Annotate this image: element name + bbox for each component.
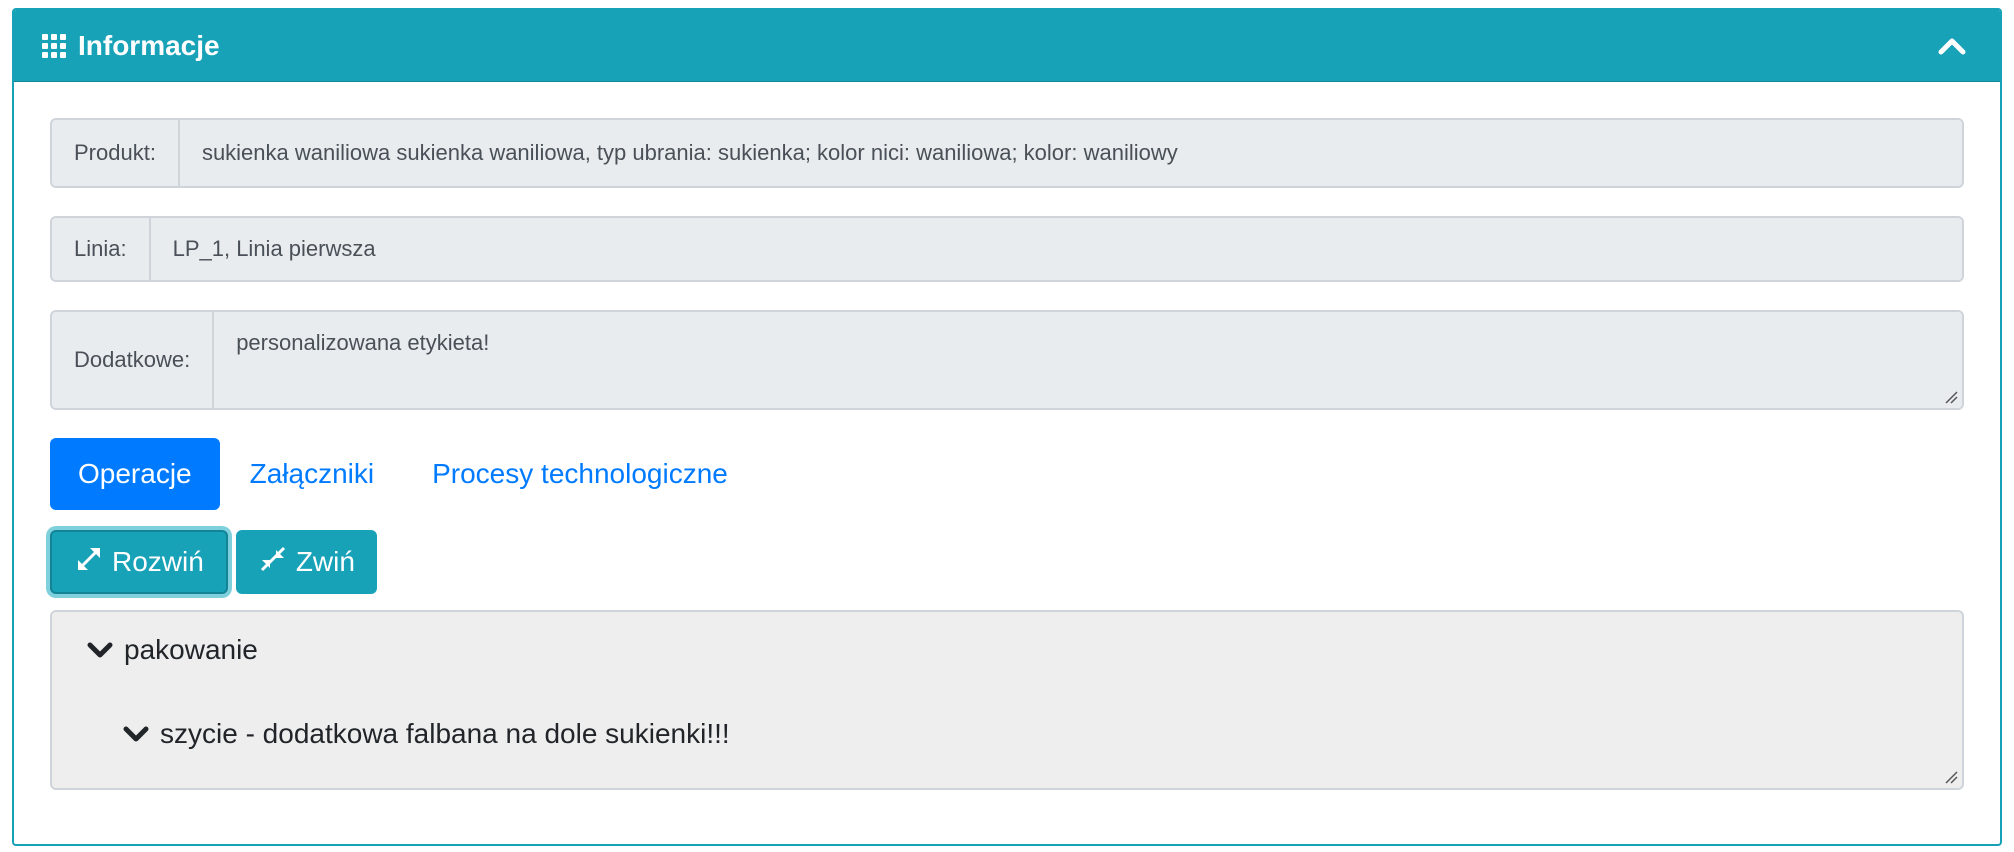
produkt-field: Produkt: sukienka waniliowa sukienka wan… — [50, 118, 1964, 188]
linia-field: Linia: LP_1, Linia pierwsza — [50, 216, 1964, 282]
card-title: Informacje — [42, 30, 1932, 62]
card-body: Produkt: sukienka waniliowa sukienka wan… — [14, 82, 2000, 790]
produkt-value: sukienka waniliowa sukienka waniliowa, t… — [179, 120, 1962, 186]
tree-item[interactable]: szycie - dodatkowa falbana na dole sukie… — [122, 718, 730, 750]
tree-item[interactable]: pakowanie — [86, 634, 258, 666]
tab-procesy-technologiczne[interactable]: Procesy technologiczne — [404, 438, 756, 510]
resize-grip-icon[interactable] — [1944, 770, 1958, 784]
card-title-text: Informacje — [78, 29, 220, 61]
resize-grip-icon[interactable] — [1944, 390, 1958, 404]
chevron-down-icon[interactable] — [86, 636, 114, 664]
tab-zalaczniki[interactable]: Załączniki — [222, 438, 402, 510]
tree-controls: Rozwiń Zwiń — [50, 530, 1964, 594]
card-header: Informacje — [14, 10, 2000, 82]
dodatkowe-field: Dodatkowe: personalizowana etykieta! — [50, 310, 1964, 410]
tab-operacje[interactable]: Operacje — [50, 438, 220, 510]
chevron-down-icon[interactable] — [122, 720, 150, 748]
dodatkowe-label: Dodatkowe: — [52, 312, 215, 408]
operations-tree: pakowanie szycie - dodatkowa falbana na … — [50, 610, 1964, 790]
tree-item-label: pakowanie — [124, 634, 258, 665]
produkt-label: Produkt: — [52, 120, 180, 186]
informacje-card: Informacje Produkt: sukienka waniliowa s… — [12, 8, 2002, 846]
collapse-button-label: Zwiń — [295, 546, 355, 577]
tree-item-label: szycie - dodatkowa falbana na dole sukie… — [160, 718, 730, 749]
linia-label: Linia: — [52, 218, 151, 280]
grid-icon — [42, 33, 66, 58]
expand-button-label: Rozwiń — [112, 546, 204, 577]
expand-icon — [74, 544, 104, 581]
compress-icon — [258, 544, 288, 581]
chevron-up-icon[interactable] — [1932, 26, 1972, 66]
tabs: Operacje Załączniki Procesy technologicz… — [50, 438, 1964, 510]
collapse-button[interactable]: Zwiń — [235, 530, 377, 594]
dodatkowe-textarea[interactable]: personalizowana etykieta! — [214, 312, 1962, 408]
linia-value: LP_1, Linia pierwsza — [150, 218, 1962, 280]
expand-button[interactable]: Rozwiń — [50, 530, 228, 594]
